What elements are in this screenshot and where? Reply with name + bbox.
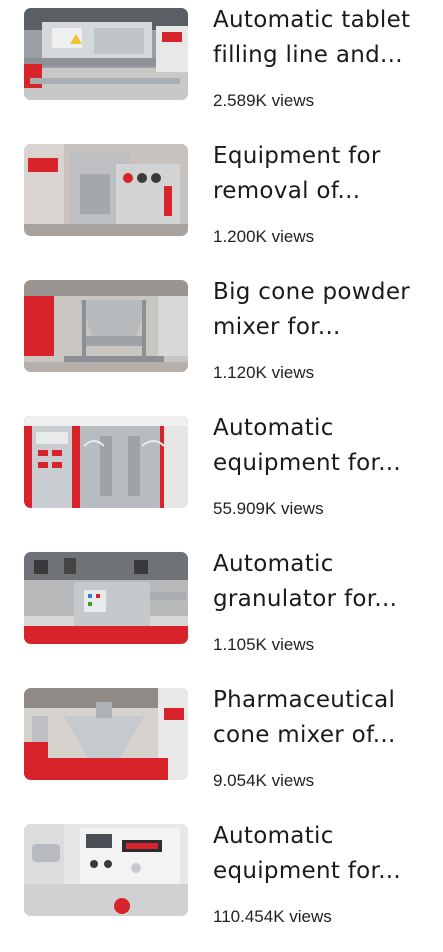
video-thumbnail[interactable]	[24, 144, 188, 236]
automatic-equipment-image	[24, 416, 188, 508]
video-item[interactable]: Automatic equipment for... 55.909K views	[0, 408, 443, 544]
video-title[interactable]: Automatic granulator for...	[213, 547, 433, 617]
video-title[interactable]: Automatic equipment for...	[213, 819, 433, 889]
video-item[interactable]: Automatic granulator for... 1.105K views	[0, 544, 443, 680]
cone-mixer-image	[24, 688, 188, 780]
video-item[interactable]: Automatic tablet filling line and... 2.5…	[0, 0, 443, 136]
view-count: 55.909K views	[213, 499, 324, 518]
video-title[interactable]: Automatic equipment for...	[213, 411, 433, 481]
video-thumbnail[interactable]	[24, 280, 188, 372]
removal-equipment-image	[24, 144, 188, 236]
view-count: 1.105K views	[213, 635, 315, 654]
cone-powder-mixer-image	[24, 280, 188, 372]
video-title[interactable]: Equipment for removal of...	[213, 139, 433, 209]
video-thumbnail[interactable]	[24, 552, 188, 644]
view-count: 110.454K views	[213, 907, 332, 926]
video-title[interactable]: Automatic tablet filling line and...	[213, 3, 433, 73]
video-thumbnail[interactable]	[24, 824, 188, 916]
video-title[interactable]: Pharmaceutical cone mixer of...	[213, 683, 433, 753]
automatic-equipment-panel-image	[24, 824, 188, 916]
view-count: 1.200K views	[213, 227, 315, 246]
video-item[interactable]: Big cone powder mixer for... 1.120K view…	[0, 272, 443, 408]
view-count: 9.054K views	[213, 771, 315, 790]
video-item[interactable]: Equipment for removal of... 1.200K views	[0, 136, 443, 272]
view-count: 2.589K views	[213, 91, 315, 110]
granulator-image	[24, 552, 188, 644]
video-thumbnail[interactable]	[24, 416, 188, 508]
video-item[interactable]: Pharmaceutical cone mixer of... 9.054K v…	[0, 680, 443, 816]
video-item[interactable]: Automatic equipment for... 110.454K view…	[0, 816, 443, 952]
tablet-filling-line-image	[24, 8, 188, 100]
video-thumbnail[interactable]	[24, 688, 188, 780]
view-count: 1.120K views	[213, 363, 315, 382]
video-thumbnail[interactable]	[24, 8, 188, 100]
video-title[interactable]: Big cone powder mixer for...	[213, 275, 433, 345]
